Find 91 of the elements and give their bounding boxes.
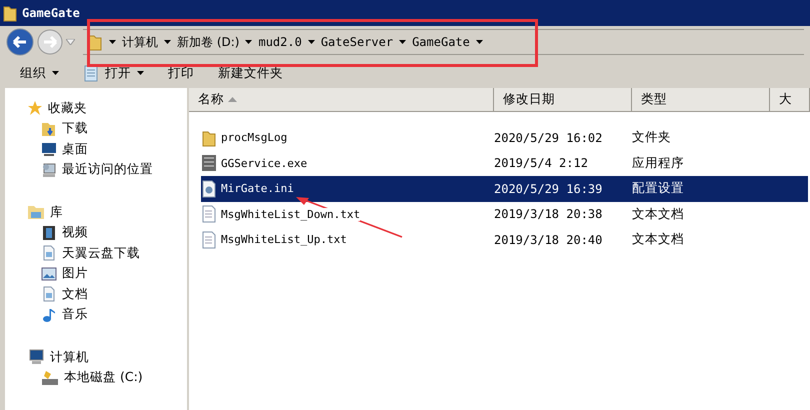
toolbar-button[interactable]: 打开	[81, 62, 146, 84]
drive-icon	[41, 370, 59, 386]
nav-item[interactable]: 天翼云盘下载	[5, 243, 187, 264]
nav-item[interactable]: 音乐	[5, 304, 187, 325]
toolbar-button[interactable]: 新建文件夹	[216, 62, 285, 84]
back-button[interactable]	[6, 28, 34, 56]
monitor-icon	[41, 141, 57, 158]
address-bar[interactable]: 计算机 新加卷 (D:) mud2.0 GateServer GameGate	[83, 29, 804, 56]
caret-icon	[245, 40, 252, 44]
nav-label: 最近访问的位置	[62, 161, 153, 178]
caret-icon	[109, 40, 116, 44]
column-header[interactable]: 修改日期	[494, 88, 632, 112]
breadcrumb[interactable]: 新加卷 (D:)	[177, 34, 240, 51]
file-row[interactable]: MirGate.ini 2020/5/29 16:39 配置设置	[201, 176, 808, 202]
file-type: 应用程序	[632, 154, 685, 172]
document-icon	[41, 245, 57, 262]
nav-item[interactable]: 计算机	[5, 347, 187, 368]
nav-label: 音乐	[62, 306, 88, 324]
nav-item[interactable]: 收藏夹	[5, 98, 187, 118]
nav-label: 视频	[62, 224, 88, 242]
nav-label: 本地磁盘 (C:)	[64, 369, 143, 386]
caret-icon	[476, 40, 483, 44]
file-row[interactable]: GGService.exe 2019/5/4 2:12 应用程序	[201, 150, 808, 176]
computer-icon	[41, 162, 57, 178]
forward-button[interactable]	[36, 28, 64, 56]
file-type: 文件夹	[632, 129, 672, 146]
text-file-icon	[201, 205, 217, 224]
toolbar-button[interactable]: 打印	[166, 62, 196, 84]
nav-label: 库	[50, 204, 63, 221]
window-title: GameGate	[22, 6, 80, 20]
library-folder-icon	[27, 204, 45, 220]
download-folder-icon	[41, 120, 57, 137]
text-file-icon	[201, 230, 217, 249]
breadcrumb[interactable]: GateServer	[320, 35, 394, 50]
nav-label: 收藏夹	[48, 100, 87, 117]
folder-icon	[201, 128, 217, 147]
nav-item[interactable]: 库	[5, 202, 187, 222]
file-type: 文本文档	[632, 231, 685, 248]
file-name: GGService.exe	[221, 156, 308, 170]
file-date: 2020/5/29 16:39	[494, 182, 602, 196]
nav-label: 下载	[62, 120, 88, 138]
nav-item[interactable]: 文档	[5, 284, 187, 304]
caret-icon	[164, 40, 171, 44]
computer-icon	[27, 349, 45, 366]
breadcrumb[interactable]: 计算机	[122, 34, 158, 51]
file-date: 2019/3/18 20:38	[494, 207, 602, 222]
file-name: procMsgLog	[221, 131, 288, 144]
settings-file-icon	[201, 180, 217, 198]
picture-icon	[41, 266, 57, 282]
film-icon	[41, 224, 57, 241]
file-date: 2019/5/4 2:12	[494, 156, 588, 170]
file-type: 文本文档	[632, 206, 685, 223]
folder-icon	[87, 33, 103, 52]
column-header[interactable]: 名称	[189, 88, 494, 112]
nav-item[interactable]: 最近访问的位置	[5, 160, 187, 180]
file-type: 配置设置	[632, 180, 685, 198]
music-note-icon	[41, 306, 57, 323]
file-row[interactable]: procMsgLog 2020/5/29 16:02 文件夹	[201, 125, 808, 150]
application-icon	[201, 154, 217, 172]
file-date: 2020/5/29 16:02	[494, 130, 602, 145]
nav-label: 文档	[62, 286, 88, 303]
history-dropdown-icon[interactable]	[66, 39, 75, 46]
breadcrumb[interactable]: GameGate	[412, 35, 470, 50]
folder-icon	[2, 4, 18, 22]
nav-label: 图片	[62, 265, 88, 282]
caret-icon	[137, 71, 144, 76]
nav-item[interactable]: 下载	[5, 118, 187, 139]
notepad-icon	[83, 64, 99, 82]
document-icon	[41, 286, 57, 302]
nav-label: 桌面	[62, 140, 88, 158]
caret-icon	[308, 40, 315, 44]
breadcrumb[interactable]: mud2.0	[258, 35, 302, 50]
nav-item[interactable]: 本地磁盘 (C:)	[5, 368, 187, 388]
caret-icon	[399, 40, 406, 44]
nav-label: 计算机	[50, 348, 89, 366]
file-row[interactable]: MsgWhiteList_Up.txt 2019/3/18 20:40 文本文档	[201, 227, 808, 252]
file-name: MsgWhiteList_Down.txt	[221, 208, 360, 221]
nav-item[interactable]: 视频	[5, 222, 187, 243]
column-header[interactable]: 类型	[632, 88, 770, 112]
nav-label: 天翼云盘下载	[62, 244, 140, 262]
column-header[interactable]: 大	[770, 88, 810, 112]
file-name: MirGate.ini	[221, 182, 294, 196]
toolbar-button[interactable]: 组织	[18, 62, 61, 84]
sort-arrow-icon	[228, 97, 237, 102]
file-date: 2019/3/18 20:40	[494, 232, 602, 247]
nav-item[interactable]: 桌面	[5, 139, 187, 160]
file-name: MsgWhiteList_Up.txt	[221, 233, 347, 246]
file-row[interactable]: MsgWhiteList_Down.txt 2019/3/18 20:38 文本文档	[201, 202, 808, 227]
nav-item[interactable]: 图片	[5, 264, 187, 284]
star-icon	[27, 100, 43, 116]
caret-icon	[52, 71, 59, 76]
